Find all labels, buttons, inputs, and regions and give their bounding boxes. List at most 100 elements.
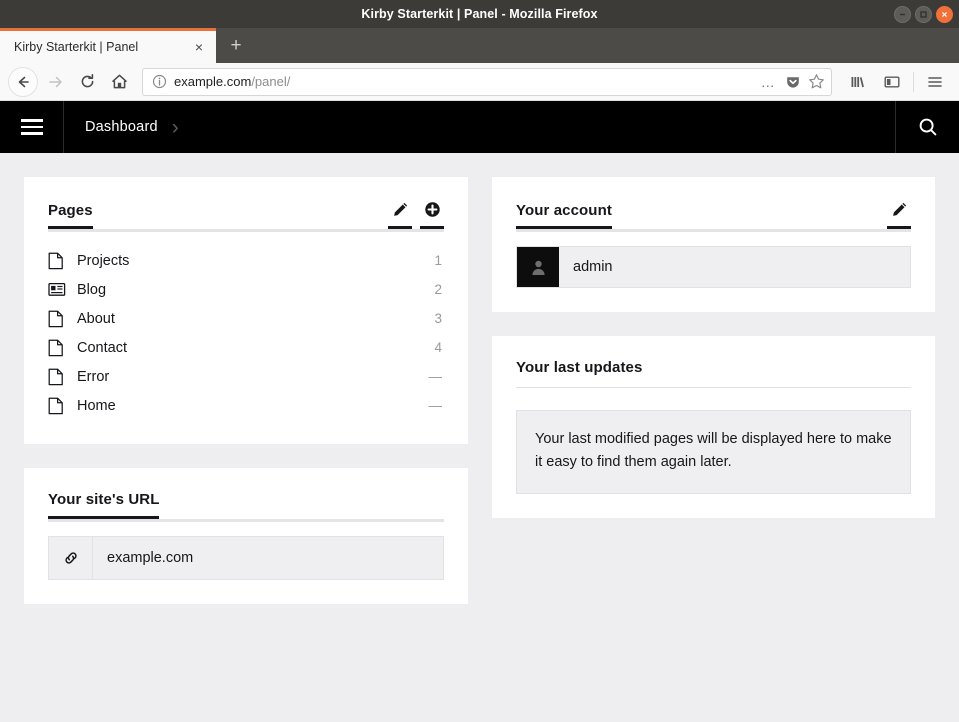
account-card-title: Your account bbox=[516, 201, 612, 229]
sidebar-icon bbox=[884, 75, 900, 88]
left-column: Pages Projects 1 Blog 2 About 3 Contact … bbox=[24, 177, 468, 604]
pencil-edit-icon bbox=[892, 202, 906, 216]
last-updates-card-title: Your last updates bbox=[516, 359, 643, 376]
file-page-icon bbox=[48, 252, 77, 270]
pages-card-rule bbox=[48, 229, 444, 232]
page-name: Error bbox=[77, 368, 110, 385]
pages-add-button[interactable] bbox=[420, 201, 444, 229]
breadcrumb: Dashboard › bbox=[64, 101, 895, 153]
list-item[interactable]: Home — bbox=[48, 391, 444, 420]
page-name: Projects bbox=[77, 252, 130, 269]
list-item[interactable]: Projects 1 bbox=[48, 246, 444, 275]
tab-title: Kirby Starterkit | Panel bbox=[14, 40, 139, 54]
url-path: /panel/ bbox=[251, 74, 291, 89]
browser-toolbar-right bbox=[842, 67, 951, 97]
last-updates-card: Your last updates Your last modified pag… bbox=[492, 336, 935, 519]
close-button[interactable] bbox=[936, 5, 953, 23]
library-button[interactable] bbox=[842, 67, 874, 97]
pages-card: Pages Projects 1 Blog 2 About 3 Contact … bbox=[24, 177, 468, 444]
browser-tabbar: Kirby Starterkit | Panel × + bbox=[0, 28, 959, 63]
url-bar[interactable]: example.com/panel/ … bbox=[142, 67, 832, 96]
page-name: Contact bbox=[77, 339, 127, 356]
site-url-card-header: Your site's URL bbox=[48, 491, 444, 519]
minimize-button[interactable] bbox=[894, 5, 911, 23]
last-updates-empty-message: Your last modified pages will be display… bbox=[516, 409, 911, 495]
site-url-card-rule bbox=[48, 518, 444, 522]
site-info-icon[interactable] bbox=[152, 74, 167, 89]
chevron-right-icon: › bbox=[171, 115, 179, 139]
file-page-icon bbox=[48, 368, 77, 386]
page-name: About bbox=[77, 310, 115, 327]
file-page-icon bbox=[48, 339, 77, 357]
maximize-button[interactable] bbox=[915, 5, 932, 23]
bookmark-star-icon[interactable] bbox=[808, 73, 825, 90]
list-item[interactable]: About 3 bbox=[48, 304, 444, 333]
account-edit-button[interactable] bbox=[887, 201, 911, 229]
pages-card-header: Pages bbox=[48, 201, 444, 229]
pages-edit-button[interactable] bbox=[388, 201, 412, 229]
search-icon bbox=[919, 118, 936, 136]
reload-button[interactable] bbox=[72, 67, 102, 97]
right-column: Your account admin Your last updates You… bbox=[492, 177, 935, 519]
pages-card-title: Pages bbox=[48, 201, 93, 229]
page-actions-button[interactable]: … bbox=[759, 74, 778, 90]
account-card-header: Your account bbox=[516, 201, 911, 229]
page-count: 3 bbox=[434, 311, 442, 326]
maximize-icon bbox=[920, 10, 927, 18]
library-icon bbox=[851, 76, 864, 87]
panel-topbar: Dashboard › bbox=[0, 101, 959, 153]
forward-button bbox=[40, 67, 70, 97]
page-name: Blog bbox=[77, 281, 107, 298]
chain-link-icon bbox=[49, 536, 93, 579]
pocket-icon[interactable] bbox=[785, 74, 801, 90]
sidebar-button[interactable] bbox=[876, 67, 908, 97]
toolbar-divider bbox=[913, 71, 914, 92]
page-name: Home bbox=[77, 397, 116, 414]
file-page-icon bbox=[48, 397, 77, 415]
panel-main-content: Pages Projects 1 Blog 2 About 3 Contact … bbox=[0, 153, 959, 722]
pages-list: Projects 1 Blog 2 About 3 Contact 4 Erro… bbox=[48, 246, 444, 420]
account-card: Your account admin bbox=[492, 177, 935, 312]
site-url-value: example.com bbox=[107, 549, 194, 566]
panel-menu-button[interactable] bbox=[0, 101, 64, 153]
window-titlebar: Kirby Starterkit | Panel - Mozilla Firef… bbox=[0, 0, 959, 28]
last-updates-card-header: Your last updates bbox=[516, 359, 911, 387]
window-controls bbox=[894, 0, 953, 28]
new-tab-button[interactable]: + bbox=[216, 28, 256, 63]
back-button[interactable] bbox=[8, 66, 38, 97]
url-text[interactable]: example.com/panel/ bbox=[174, 74, 752, 89]
site-url-card-title: Your site's URL bbox=[48, 491, 160, 518]
home-button[interactable] bbox=[104, 67, 134, 97]
site-url-card: Your site's URL example.com bbox=[24, 468, 468, 604]
account-row[interactable]: admin bbox=[516, 246, 911, 288]
close-icon bbox=[941, 11, 948, 17]
plus-circle-icon bbox=[424, 202, 440, 217]
tab-close-icon[interactable]: × bbox=[188, 36, 210, 58]
article-news-icon bbox=[48, 282, 77, 297]
list-item[interactable]: Contact 4 bbox=[48, 333, 444, 362]
app-menu-button[interactable] bbox=[919, 67, 951, 97]
forward-arrow-icon bbox=[49, 76, 62, 87]
window-title: Kirby Starterkit | Panel - Mozilla Firef… bbox=[361, 7, 598, 21]
browser-tab-active[interactable]: Kirby Starterkit | Panel × bbox=[0, 28, 216, 63]
panel-search-button[interactable] bbox=[895, 101, 959, 153]
page-count: 4 bbox=[434, 340, 442, 355]
list-item[interactable]: Blog 2 bbox=[48, 275, 444, 304]
pencil-edit-icon bbox=[393, 202, 407, 216]
reload-icon bbox=[81, 74, 93, 88]
page-count: — bbox=[428, 369, 443, 384]
breadcrumb-item-dashboard[interactable]: Dashboard bbox=[85, 119, 158, 135]
hamburger-menu-icon bbox=[20, 115, 43, 139]
page-count: — bbox=[428, 398, 443, 413]
page-count: 1 bbox=[434, 253, 442, 268]
back-arrow-icon bbox=[18, 76, 29, 87]
account-card-rule bbox=[516, 229, 911, 232]
last-updates-card-rule bbox=[516, 386, 911, 388]
file-page-icon bbox=[48, 310, 77, 328]
account-username: admin bbox=[573, 259, 613, 275]
list-item[interactable]: Error — bbox=[48, 362, 444, 391]
page-count: 2 bbox=[434, 282, 442, 297]
minimize-icon bbox=[900, 13, 905, 15]
site-url-field[interactable]: example.com bbox=[48, 535, 444, 580]
browser-navigation-toolbar: example.com/panel/ … bbox=[0, 63, 959, 101]
